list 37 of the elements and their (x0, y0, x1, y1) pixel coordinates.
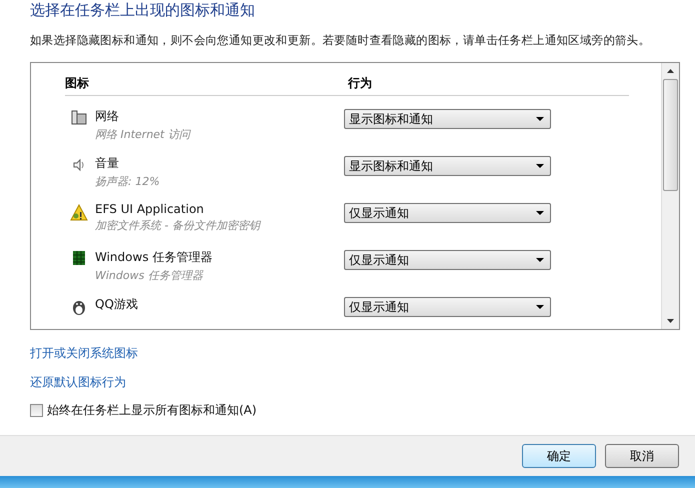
scroll-up-icon[interactable] (667, 69, 674, 73)
page-title: 选择在任务栏上出现的图标和通知 (29, 0, 256, 21)
item-detail: 扬声器: 12% (95, 174, 161, 189)
item-name: QQ游戏 (95, 296, 139, 313)
checkbox-label: 始终在任务栏上显示所有图标和通知(A) (47, 402, 257, 419)
behavior-dropdown[interactable]: 显示图标和通知 (344, 156, 551, 176)
caret-icon (536, 164, 544, 168)
behavior-dropdown[interactable]: 仅显示通知 (344, 203, 551, 223)
item-name: 网络 (95, 108, 120, 125)
behavior-dropdown[interactable]: 显示图标和通知 (344, 109, 551, 129)
checkbox[interactable] (30, 404, 43, 417)
grid-icon (73, 251, 85, 265)
scroll-down-icon[interactable] (667, 319, 674, 323)
column-header: 行为 (348, 75, 372, 92)
caret-icon (536, 211, 544, 215)
column-header: 图标 (65, 75, 90, 92)
dialog-button[interactable]: 取消 (605, 444, 679, 468)
link[interactable]: 打开或关闭系统图标 (30, 344, 138, 373)
item-name: 音量 (95, 155, 120, 172)
scroll-thumb[interactable] (663, 79, 678, 191)
description-text: 如果选择隐藏图标和通知，则不会向您通知更改和更新。若要随时查看隐藏的图标，请单击任务栏上通知区域旁的箭头。 (29, 32, 652, 49)
caret-icon (536, 258, 544, 262)
network-icon (71, 110, 87, 126)
caret-icon (536, 305, 544, 309)
behavior-dropdown[interactable]: 仅显示通知 (344, 250, 551, 270)
item-name: EFS UI Application (95, 202, 205, 216)
item-detail: Windows 任务管理器 (95, 268, 204, 283)
key-warning-icon (70, 204, 88, 222)
behavior-dropdown[interactable]: 仅显示通知 (344, 297, 551, 317)
dialog-button[interactable]: 确定 (522, 444, 596, 468)
caret-icon (536, 117, 544, 121)
item-name: Windows 任务管理器 (95, 249, 214, 266)
link[interactable]: 还原默认图标行为 (30, 373, 126, 402)
item-detail: 加密文件系统 - 备份文件加密密钥 (95, 218, 262, 233)
item-detail: 网络 Internet 访问 (95, 127, 192, 142)
penguin-icon (70, 298, 88, 316)
scrollbar[interactable] (661, 63, 679, 329)
